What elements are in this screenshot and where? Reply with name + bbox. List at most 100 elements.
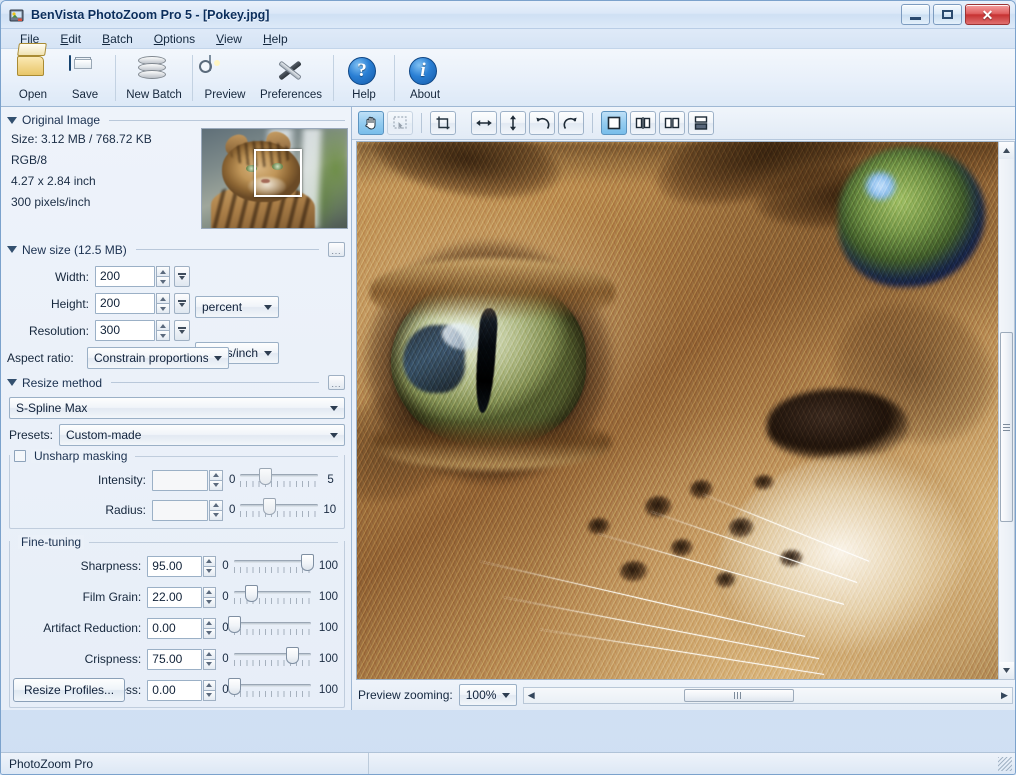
vertical-scroll-thumb[interactable]: [1000, 332, 1013, 522]
vividness-stepper[interactable]: [202, 679, 217, 701]
preview-canvas[interactable]: [356, 141, 998, 680]
artifact-reduction-stepper[interactable]: [202, 617, 217, 639]
application-window: BenVista PhotoZoom Pro 5 - [Pokey.jpg] ✕…: [0, 0, 1016, 775]
height-stepper[interactable]: [156, 293, 170, 314]
radius-input[interactable]: [152, 499, 208, 521]
scroll-left-button[interactable]: ◀: [524, 690, 539, 701]
flip-horizontal-button[interactable]: [471, 111, 497, 135]
sharpness-label: Sharpness:: [80, 559, 142, 573]
intensity-slider[interactable]: [240, 468, 319, 491]
scroll-right-button[interactable]: ▶: [997, 690, 1012, 701]
collapse-triangle-icon[interactable]: [7, 116, 17, 124]
preview-vertical-scrollbar[interactable]: [998, 141, 1015, 680]
crispness-input[interactable]: 75.00: [147, 648, 202, 670]
unsharp-masking-checkbox[interactable]: [14, 450, 26, 462]
batch-stack-icon: [138, 56, 170, 86]
resolution-input[interactable]: 300: [95, 320, 155, 341]
film-grain-slider[interactable]: [233, 585, 311, 608]
height-lock-button[interactable]: [174, 293, 190, 314]
resolution-stepper[interactable]: [156, 320, 170, 341]
menu-options[interactable]: Options: [145, 30, 204, 48]
maximize-button[interactable]: [933, 4, 962, 25]
view-single-button[interactable]: [601, 111, 627, 135]
arrow-up-down-icon: [510, 115, 516, 131]
menu-batch[interactable]: Batch: [93, 30, 142, 48]
menu-edit[interactable]: Edit: [51, 30, 90, 48]
resize-method-header[interactable]: Resize method ...: [1, 375, 351, 390]
sharpness-stepper[interactable]: [202, 555, 217, 577]
size-unit-select[interactable]: percent: [195, 296, 279, 318]
menu-view[interactable]: View: [207, 30, 251, 48]
vividness-max: 100: [318, 684, 338, 696]
view-stacked-button[interactable]: [688, 111, 714, 135]
new-batch-button[interactable]: New Batch: [120, 53, 188, 105]
preview-panel: Preview zooming: 100% ◀ ▶: [352, 107, 1015, 710]
radius-slider[interactable]: [240, 498, 319, 521]
help-button[interactable]: ? Help: [338, 53, 390, 105]
minimize-button[interactable]: [901, 4, 930, 25]
crispness-slider[interactable]: [233, 647, 311, 670]
film-grain-stepper[interactable]: [202, 586, 217, 608]
open-button[interactable]: Open: [7, 43, 59, 105]
width-stepper[interactable]: [156, 266, 170, 287]
preview-zoom-select[interactable]: 100%: [458, 684, 517, 706]
crop-tool-button[interactable]: [430, 111, 456, 135]
height-input[interactable]: 200: [95, 293, 155, 314]
resize-grip-icon[interactable]: [998, 756, 1012, 771]
intensity-stepper[interactable]: [209, 469, 223, 491]
width-label: Width:: [54, 269, 89, 284]
sharpness-input[interactable]: 95.00: [147, 555, 202, 577]
close-button[interactable]: ✕: [965, 4, 1010, 25]
rotate-left-button[interactable]: [529, 111, 555, 135]
resolution-lock-button[interactable]: [174, 320, 190, 341]
new-size-header[interactable]: New size (12.5 MB) ...: [1, 242, 351, 257]
sharpness-max: 100: [318, 560, 338, 572]
collapse-triangle-icon[interactable]: [7, 379, 17, 386]
aspect-ratio-select[interactable]: Constrain proportions: [87, 347, 229, 369]
original-image-header[interactable]: Original Image: [1, 113, 351, 127]
toolbar-separator: [394, 55, 395, 101]
region-of-interest-box[interactable]: [254, 149, 302, 197]
toolbar-separator: [333, 55, 334, 101]
save-button[interactable]: Save: [59, 53, 111, 105]
new-size-options-button[interactable]: ...: [328, 242, 345, 257]
view-split-button[interactable]: [630, 111, 656, 135]
aspect-ratio-label: Aspect ratio:: [7, 351, 74, 365]
film-grain-input[interactable]: 22.00: [147, 586, 202, 608]
intensity-input[interactable]: [152, 469, 208, 491]
marquee-select-tool-button[interactable]: [387, 111, 413, 135]
preferences-button[interactable]: Preferences: [253, 53, 329, 105]
about-button[interactable]: i About: [399, 53, 451, 105]
scroll-down-button[interactable]: [999, 662, 1014, 679]
presets-select[interactable]: Custom-made: [59, 424, 345, 446]
menu-help[interactable]: Help: [254, 30, 297, 48]
preview-stage: [352, 140, 1015, 680]
resize-profiles-button[interactable]: Resize Profiles...: [13, 678, 126, 702]
view-side-by-side-button[interactable]: [659, 111, 685, 135]
vividness-slider[interactable]: [227, 678, 311, 701]
rotate-right-button[interactable]: [558, 111, 584, 135]
original-image-thumbnail[interactable]: [201, 128, 348, 229]
scroll-up-button[interactable]: [999, 142, 1014, 159]
flip-vertical-button[interactable]: [500, 111, 526, 135]
aspect-ratio-row: Aspect ratio: Constrain proportions: [1, 347, 351, 369]
preview-horizontal-scrollbar[interactable]: ◀ ▶: [522, 686, 1013, 704]
vividness-input[interactable]: 0.00: [147, 679, 202, 701]
width-input[interactable]: 200: [95, 266, 155, 287]
preview-button[interactable]: Preview: [197, 53, 253, 105]
collapse-triangle-icon[interactable]: [7, 246, 17, 253]
radius-stepper[interactable]: [209, 499, 223, 521]
resize-method-options-button[interactable]: ...: [328, 375, 345, 390]
width-lock-button[interactable]: [174, 266, 190, 287]
intensity-min: 0: [229, 474, 236, 486]
hand-tool-button[interactable]: [358, 111, 384, 135]
film-grain-max: 100: [318, 591, 338, 603]
height-label: Height:: [50, 296, 89, 311]
resize-method-select[interactable]: S-Spline Max: [9, 397, 345, 419]
artifact-reduction-input[interactable]: 0.00: [147, 617, 202, 639]
artifact-reduction-slider[interactable]: [227, 616, 311, 639]
crispness-stepper[interactable]: [202, 648, 217, 670]
sharpness-slider[interactable]: [233, 554, 314, 577]
film-grain-label: Film Grain:: [82, 590, 142, 604]
horizontal-scroll-thumb[interactable]: [683, 688, 794, 702]
